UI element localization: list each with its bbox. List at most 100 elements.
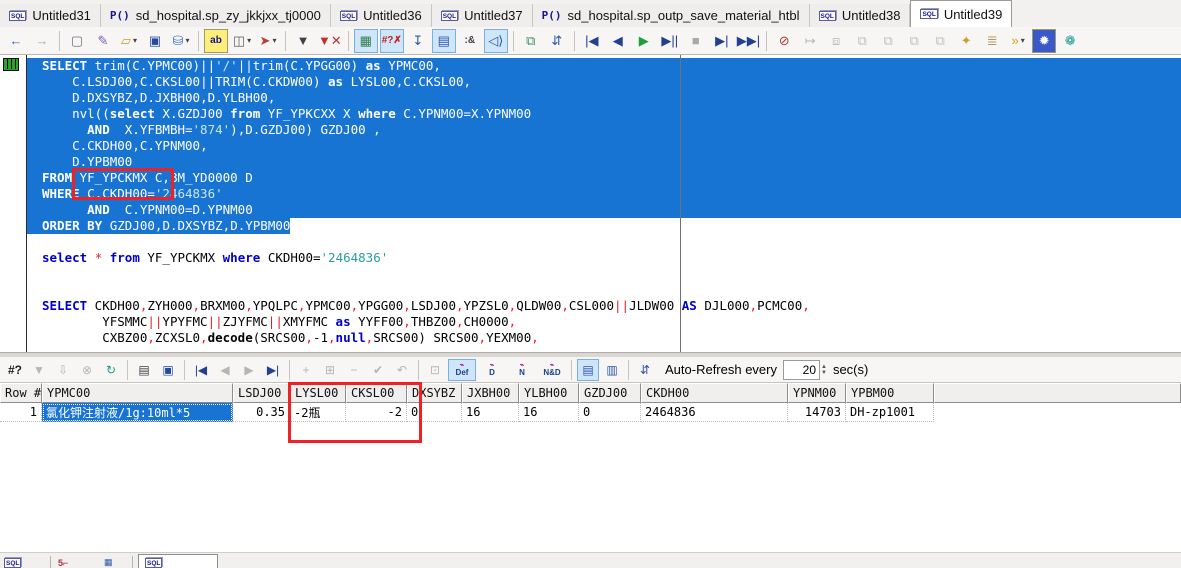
tab-untitled31[interactable]: SQLUntitled31	[0, 4, 101, 27]
insert-rows-button[interactable]: ⇵	[545, 29, 569, 53]
select-columns-button[interactable]: ▥	[601, 359, 623, 381]
code-area[interactable]: SELECT trim(C.YPMC00)||'/'||trim(C.YPGG0…	[27, 55, 1181, 352]
main-toolbar: ←→▢✎▱▾▣⛁▾ab◫▾➤▾▼▼✕▦#?✗↧▤:&◁⟩⧉⇵|◀◀▶▶||■▶|…	[0, 27, 1181, 55]
column-header-lsdj00[interactable]: LSDJ00	[233, 383, 290, 403]
fetch-rows-button[interactable]: ⇵	[634, 359, 656, 381]
new-window-button[interactable]: ▢	[65, 29, 89, 53]
toolbar-separator	[289, 360, 290, 380]
procedure-window-icon: P()	[542, 9, 562, 22]
cell-lsdj00[interactable]: 0.35	[233, 403, 290, 422]
edit-data-button[interactable]: ▦	[354, 29, 378, 53]
save-results-button[interactable]: ▣	[157, 359, 179, 381]
sort-date-button[interactable]: D	[478, 359, 506, 381]
code-line: SELECT CKDH00,ZYH000,BRXM00,YPQLPC,YPMC0…	[27, 298, 1181, 314]
filter-clear-button[interactable]: ▼✕	[317, 29, 343, 53]
run-to-next-button[interactable]: ▶||	[658, 29, 682, 53]
save-file-button[interactable]: ▣	[143, 29, 167, 53]
column-header-ypbm00[interactable]: YPBM00	[846, 383, 934, 403]
find-replace-icon: ab	[210, 36, 222, 46]
sort-number-button[interactable]: N	[508, 359, 536, 381]
tab-label: sd_hospital.sp_zy_jkkjxx_tj0000	[136, 8, 321, 23]
cell-jxbh00[interactable]: 16	[462, 403, 519, 422]
bottom-report-window-icon[interactable]: 5⌐	[58, 558, 68, 568]
tab-untitled39[interactable]: SQLUntitled39	[910, 0, 1012, 27]
column-header-ypmc00[interactable]: YPMC00	[42, 383, 233, 403]
single-record-view-button: ⊡	[424, 359, 446, 381]
single-record-view-button[interactable]: ▤	[432, 29, 456, 53]
sort-default-button[interactable]: Def	[448, 359, 476, 381]
last-record-button[interactable]: ▶|	[262, 359, 284, 381]
count-records-button[interactable]: #?✗	[380, 29, 404, 53]
concatenate-button[interactable]: :&	[458, 29, 482, 53]
code-line: AND C.YPNM00=D.YPNM00	[27, 202, 1181, 218]
code-line: CXBZ00,ZCXSL0,decode(SRCS00,-1,null,SRCS…	[27, 330, 1181, 346]
bottom-window-icon[interactable]: ▦	[104, 557, 113, 568]
bottom-sql-window-icon[interactable]: SQL	[4, 558, 21, 568]
sort-descending-button: ▼	[28, 359, 50, 381]
column-header-gzdj00[interactable]: GZDJ00	[579, 383, 641, 403]
auto-refresh-label: Auto-Refresh every	[665, 362, 777, 377]
open-file-button[interactable]: ▱▾	[117, 29, 141, 53]
run-to-end-button[interactable]: ▶▶|	[736, 29, 761, 53]
refresh-button[interactable]: ↻	[100, 359, 122, 381]
fetch-rows-icon: ⇵	[640, 364, 650, 376]
copy-to-editor-button[interactable]: ⧉	[519, 29, 543, 53]
step-over-button[interactable]: ▶|	[710, 29, 734, 53]
show-all-columns-button[interactable]: ▤	[577, 359, 599, 381]
back-button[interactable]: ←	[4, 29, 28, 53]
column-header-ylbh00[interactable]: YLBH00	[519, 383, 579, 403]
browser-filter-button[interactable]: ≣	[980, 29, 1004, 53]
todo-bird-button[interactable]: ❁	[1058, 29, 1082, 53]
bottom-active-window-tab[interactable]: SQL	[138, 554, 218, 568]
break-button: ⊗	[76, 359, 98, 381]
tab-untitled36[interactable]: SQLUntitled36	[331, 4, 432, 27]
sql-editor[interactable]: SELECT trim(C.YPMC00)||'/'||trim(C.YPGG0…	[0, 55, 1181, 352]
spinner-arrows-icon[interactable]: ▲▼	[821, 364, 827, 376]
test-button[interactable]: ✦	[954, 29, 978, 53]
tips-button[interactable]: ✹	[1032, 29, 1056, 53]
browser-filter-icon: ≣	[987, 34, 998, 47]
results-toolbar: #?▼⇩⊗↻▤▣|◀◀▶▶|+⊞−✔↶⊡DefDNN&D▤▥⇵ Auto-Ref…	[0, 357, 1181, 383]
fetch-last-page-button[interactable]: ↧	[406, 29, 430, 53]
more-windows-button[interactable]: »▾	[1006, 29, 1030, 53]
first-breakpoint-icon: |◀	[585, 34, 598, 47]
new-program-window-button[interactable]: ✎	[91, 29, 115, 53]
procedure-window-icon: P()	[110, 9, 130, 22]
column-header-row-[interactable]: Row #	[0, 383, 42, 403]
toolbar-separator	[198, 31, 199, 51]
sort-number-date-button[interactable]: N&D	[538, 359, 566, 381]
disable-debug-button[interactable]: ⊘	[772, 29, 796, 53]
filter-button[interactable]: ▼	[291, 29, 315, 53]
tab-label: Untitled31	[32, 8, 91, 23]
tab-sd-hospital-sp-zy-jkkjxx-tj0000[interactable]: P() sd_hospital.sp_zy_jkkjxx_tj0000	[101, 4, 331, 27]
run-button[interactable]: ▶	[632, 29, 656, 53]
column-header-jxbh00[interactable]: JXBH00	[462, 383, 519, 403]
split-window-button[interactable]: ◫▾	[230, 29, 254, 53]
export-database-button[interactable]: ⛁▾	[169, 29, 193, 53]
column-header-ckdh00[interactable]: CKDH00	[641, 383, 788, 403]
print-button[interactable]: ▤	[133, 359, 155, 381]
first-record-button[interactable]: |◀	[190, 359, 212, 381]
previous-breakpoint-button[interactable]: ◀	[606, 29, 630, 53]
tab-sd-hospital-sp-outp-save-material-htbl[interactable]: P()sd_hospital.sp_outp_save_material_htb…	[533, 4, 810, 27]
cell-gzdj00[interactable]: 0	[579, 403, 641, 422]
cell-row-[interactable]: 1	[0, 403, 42, 422]
first-breakpoint-button[interactable]: |◀	[580, 29, 604, 53]
cell-ypbm00[interactable]: DH-zp1001	[846, 403, 934, 422]
column-header-ypnm00[interactable]: YPNM00	[788, 383, 846, 403]
cell-ypmc00[interactable]: 氯化钾注射液/1g:10ml*5	[42, 403, 233, 422]
annotation-rectangle-sql-table	[72, 168, 174, 200]
new-program-window-icon: ✎	[98, 34, 109, 47]
tab-untitled38[interactable]: SQLUntitled38	[810, 4, 911, 27]
tab-untitled37[interactable]: SQLUntitled37	[432, 4, 533, 27]
speak-button[interactable]: ◁⟩	[484, 29, 508, 53]
cell-ypnm00[interactable]: 14703	[788, 403, 846, 422]
auto-refresh-spinner[interactable]: 20 ▲▼	[783, 360, 827, 380]
cell-ylbh00[interactable]: 16	[519, 403, 579, 422]
save-results-icon: ▣	[162, 364, 173, 376]
cell-ckdh00[interactable]: 2464836	[641, 403, 788, 422]
macro-button[interactable]: ➤▾	[256, 29, 280, 53]
grid-marker-icon	[3, 58, 19, 71]
auto-refresh-value[interactable]: 20	[783, 360, 820, 380]
find-replace-button[interactable]: ab	[204, 29, 228, 53]
